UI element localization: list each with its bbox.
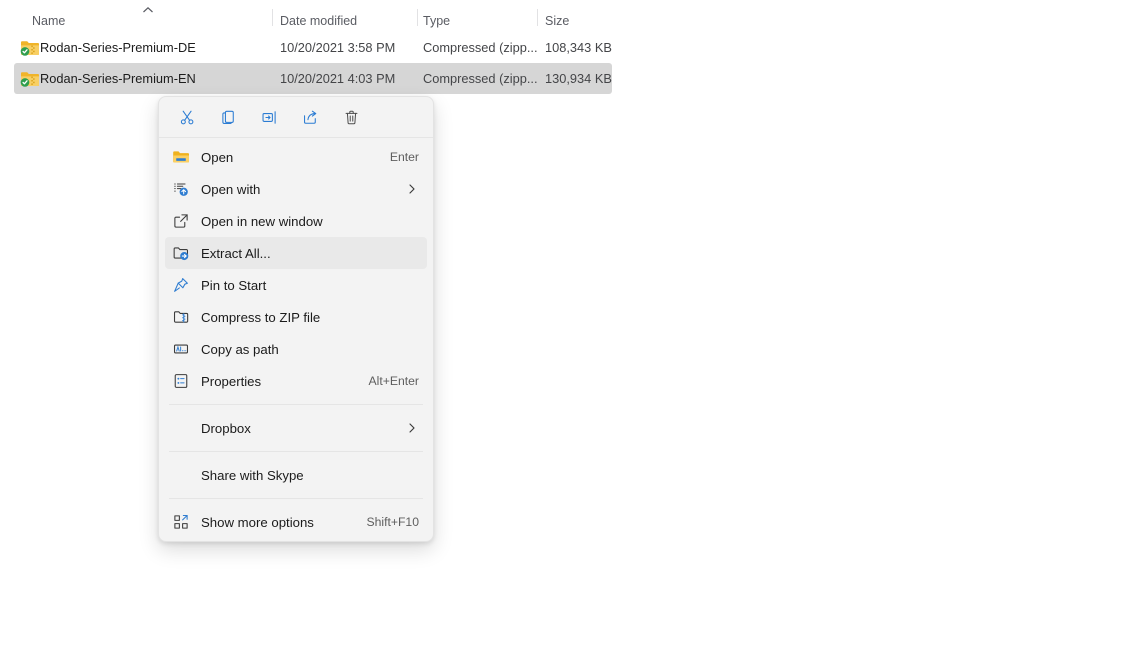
context-menu: Open Enter Open with bbox=[158, 96, 434, 542]
menu-item-shortcut: Enter bbox=[390, 150, 419, 164]
menu-item-label: Open bbox=[201, 150, 378, 165]
menu-separator bbox=[169, 451, 423, 452]
extract-all-icon bbox=[171, 243, 191, 263]
menu-item-label: Properties bbox=[201, 374, 357, 389]
pin-icon bbox=[171, 275, 191, 295]
menu-item-label: Copy as path bbox=[201, 342, 419, 357]
new-window-icon bbox=[171, 211, 191, 231]
cell-type: Compressed (zipp... bbox=[423, 40, 538, 55]
column-header-date-modified[interactable]: Date modified bbox=[280, 14, 357, 28]
menu-item-label: Compress to ZIP file bbox=[201, 310, 419, 325]
menu-item-label: Show more options bbox=[201, 515, 354, 530]
menu-item-label: Pin to Start bbox=[201, 278, 419, 293]
cell-name: Rodan-Series-Premium-EN bbox=[40, 71, 196, 86]
share-button[interactable] bbox=[290, 101, 330, 133]
menu-item-pin-to-start[interactable]: Pin to Start bbox=[165, 269, 427, 301]
cut-button[interactable] bbox=[167, 101, 207, 133]
copy-path-icon bbox=[171, 339, 191, 359]
cell-date-modified: 10/20/2021 3:58 PM bbox=[280, 40, 395, 55]
compress-zip-icon bbox=[171, 307, 191, 327]
open-with-icon bbox=[171, 179, 191, 199]
menu-separator bbox=[169, 498, 423, 499]
menu-item-properties[interactable]: Properties Alt+Enter bbox=[165, 365, 427, 397]
menu-group-dropbox: Dropbox bbox=[159, 409, 433, 447]
table-row[interactable]: Rodan-Series-Premium-DE 10/20/2021 3:58 … bbox=[0, 32, 620, 63]
menu-group-primary: Open Enter Open with bbox=[159, 138, 433, 400]
properties-icon bbox=[171, 371, 191, 391]
menu-item-label: Dropbox bbox=[201, 421, 397, 436]
column-header-size[interactable]: Size bbox=[545, 14, 569, 28]
menu-item-open-in-new-window[interactable]: Open in new window bbox=[165, 205, 427, 237]
menu-separator bbox=[169, 404, 423, 405]
copy-button[interactable] bbox=[208, 101, 248, 133]
menu-item-extract-all[interactable]: Extract All... bbox=[165, 237, 427, 269]
chevron-right-icon bbox=[405, 421, 419, 435]
cell-name: Rodan-Series-Premium-DE bbox=[40, 40, 196, 55]
menu-item-share-with-skype[interactable]: Share with Skype bbox=[165, 459, 427, 491]
delete-button[interactable] bbox=[331, 101, 371, 133]
cell-date-modified: 10/20/2021 4:03 PM bbox=[280, 71, 395, 86]
cell-size: 108,343 KB bbox=[545, 40, 609, 55]
menu-group-more: Show more options Shift+F10 bbox=[159, 503, 433, 541]
menu-item-label: Extract All... bbox=[201, 246, 419, 261]
cell-type: Compressed (zipp... bbox=[423, 71, 538, 86]
column-divider[interactable] bbox=[417, 9, 418, 26]
column-divider[interactable] bbox=[272, 9, 273, 26]
chevron-right-icon bbox=[405, 182, 419, 196]
menu-group-skype: Share with Skype bbox=[159, 456, 433, 494]
menu-item-label: Open with bbox=[201, 182, 397, 197]
sort-ascending-icon bbox=[142, 6, 154, 14]
column-header-row: Name Date modified Type Size bbox=[0, 0, 620, 32]
zip-folder-synced-icon bbox=[20, 39, 38, 56]
table-row[interactable]: Rodan-Series-Premium-EN 10/20/2021 4:03 … bbox=[0, 63, 620, 94]
menu-item-show-more-options[interactable]: Show more options Shift+F10 bbox=[165, 506, 427, 538]
menu-item-open-with[interactable]: Open with bbox=[165, 173, 427, 205]
column-divider[interactable] bbox=[537, 9, 538, 26]
menu-item-copy-as-path[interactable]: Copy as path bbox=[165, 333, 427, 365]
cell-size: 130,934 KB bbox=[545, 71, 609, 86]
menu-item-open[interactable]: Open Enter bbox=[165, 141, 427, 173]
menu-item-shortcut: Alt+Enter bbox=[369, 374, 419, 388]
file-list: Name Date modified Type Size bbox=[0, 0, 620, 94]
show-more-icon bbox=[171, 512, 191, 532]
folder-icon bbox=[171, 147, 191, 167]
rename-button[interactable] bbox=[249, 101, 289, 133]
context-menu-toolbar bbox=[159, 97, 433, 137]
column-header-type[interactable]: Type bbox=[423, 14, 450, 28]
column-header-name[interactable]: Name bbox=[32, 14, 65, 28]
menu-item-dropbox[interactable]: Dropbox bbox=[165, 412, 427, 444]
zip-folder-synced-icon bbox=[20, 70, 38, 87]
menu-item-compress-to-zip[interactable]: Compress to ZIP file bbox=[165, 301, 427, 333]
menu-item-label: Share with Skype bbox=[201, 468, 419, 483]
menu-item-label: Open in new window bbox=[201, 214, 419, 229]
menu-item-shortcut: Shift+F10 bbox=[366, 515, 419, 529]
